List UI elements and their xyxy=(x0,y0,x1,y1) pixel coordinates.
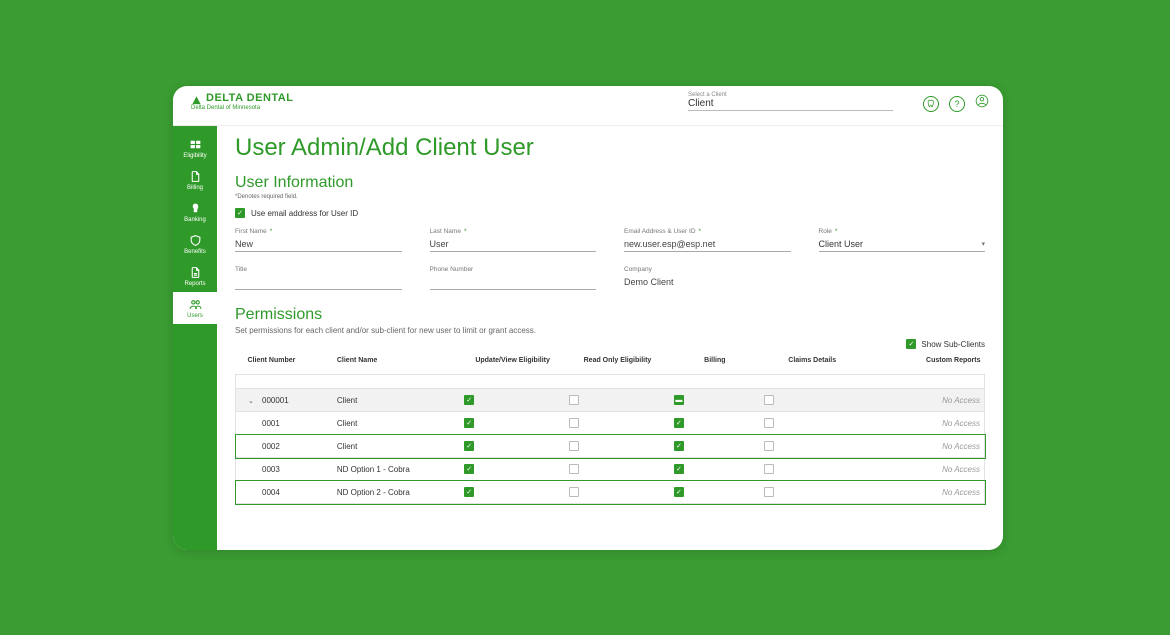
sidebar-item-label: Users xyxy=(187,313,203,319)
required-note: *Denotes required field. xyxy=(235,194,985,200)
client-select[interactable]: Select a Client Client xyxy=(688,92,893,111)
user-info-title: User Information xyxy=(235,174,985,192)
first-name-field: First Name* xyxy=(235,228,402,252)
checkbox-checked-icon[interactable]: ✓ xyxy=(464,418,474,428)
client-select-value: Client xyxy=(688,98,893,111)
checkbox-checked-icon[interactable]: ✓ xyxy=(464,395,474,405)
permissions-description: Set permissions for each client and/or s… xyxy=(235,326,985,335)
checkbox-checked-icon[interactable]: ✓ xyxy=(674,418,684,428)
col-client-name: Client Name xyxy=(333,353,460,375)
col-claims: Claims Details xyxy=(760,353,865,375)
col-update-view: Update/View Eligibility xyxy=(460,353,565,375)
checkbox-empty-icon[interactable]: ✓ xyxy=(569,418,579,428)
checkbox-empty-icon[interactable]: ✓ xyxy=(764,464,774,474)
permissions-title: Permissions xyxy=(235,306,985,324)
expand-caret-icon[interactable]: ⌄ xyxy=(248,397,256,405)
phone-input[interactable] xyxy=(430,275,597,290)
sidebar-item-label: Banking xyxy=(184,217,206,223)
checkbox-icon: ✓ xyxy=(235,208,245,218)
sidebar-item-label: Reports xyxy=(184,281,205,287)
checkbox-checked-icon[interactable]: ✓ xyxy=(674,464,684,474)
show-sub-clients-toggle[interactable]: ✓ Show Sub-Clients xyxy=(235,339,985,349)
custom-reports-link[interactable]: No Access xyxy=(942,396,980,405)
user-info-form: First Name* Last Name* Email Address & U… xyxy=(235,228,985,290)
checkbox-empty-icon[interactable]: ✓ xyxy=(764,418,774,428)
permissions-row[interactable]: 0001Client✓✓✓✓No Access xyxy=(236,412,985,435)
email-field: Email Address & User ID* xyxy=(624,228,791,252)
sidebar-item-label: Eligibility xyxy=(183,153,206,159)
role-field: Role* Client User ▾ xyxy=(819,228,986,252)
client-name-cell: Client xyxy=(333,412,460,435)
checkbox-empty-icon[interactable]: ✓ xyxy=(569,487,579,497)
checkbox-empty-icon[interactable]: ✓ xyxy=(764,441,774,451)
title-input[interactable] xyxy=(235,275,402,290)
client-name-cell: Client xyxy=(333,389,460,412)
checkbox-checked-icon[interactable]: ✓ xyxy=(464,441,474,451)
sidebar-item-banking[interactable]: Banking xyxy=(173,196,217,228)
col-custom-reports: Custom Reports xyxy=(865,353,985,375)
sidebar-item-label: Billing xyxy=(187,185,203,191)
checkbox-checked-icon[interactable]: ✓ xyxy=(464,487,474,497)
profile-icon[interactable] xyxy=(975,94,989,113)
checkbox-empty-icon[interactable]: ✓ xyxy=(569,464,579,474)
client-name-cell: ND Option 2 - Cobra xyxy=(333,481,460,504)
sidebar-item-billing[interactable]: Billing xyxy=(173,164,217,196)
app-window: DELTA DENTAL Delta Dental of Minnesota S… xyxy=(173,86,1003,550)
main-content: User Admin/Add Client User User Informat… xyxy=(217,126,1003,550)
sidebar-item-reports[interactable]: Reports xyxy=(173,260,217,292)
role-select[interactable]: Client User ▾ xyxy=(819,237,986,252)
checkbox-empty-icon[interactable]: ✓ xyxy=(569,395,579,405)
col-client-number: Client Number xyxy=(236,353,333,375)
checkbox-icon: ✓ xyxy=(906,339,916,349)
checkbox-checked-icon[interactable]: ✓ xyxy=(674,441,684,451)
checkbox-empty-icon[interactable]: ✓ xyxy=(764,395,774,405)
sidebar-item-users[interactable]: Users xyxy=(173,292,217,324)
email-input[interactable] xyxy=(624,237,791,252)
page-title: User Admin/Add Client User xyxy=(235,134,985,162)
col-read-only: Read Only Eligibility xyxy=(565,353,670,375)
permissions-row[interactable]: ⌄000001Client✓✓▬✓No Access xyxy=(236,389,985,412)
custom-reports-link[interactable]: No Access xyxy=(942,465,980,474)
custom-reports-link[interactable]: No Access xyxy=(942,442,980,451)
delta-logo-icon xyxy=(191,93,202,104)
permissions-row[interactable]: 0003ND Option 1 - Cobra✓✓✓✓No Access xyxy=(236,458,985,481)
client-name-cell: ND Option 1 - Cobra xyxy=(333,458,460,481)
last-name-field: Last Name* xyxy=(430,228,597,252)
checkbox-empty-icon[interactable]: ✓ xyxy=(569,441,579,451)
checkbox-checked-icon[interactable]: ✓ xyxy=(674,487,684,497)
permissions-table: Client Number Client Name Update/View El… xyxy=(235,353,985,504)
checkbox-indeterminate-icon[interactable]: ▬ xyxy=(674,395,684,405)
permissions-row[interactable]: 0002Client✓✓✓✓No Access xyxy=(236,435,985,458)
company-value: Demo Client xyxy=(624,275,791,287)
phone-field: Phone Number xyxy=(430,266,597,290)
use-email-label: Use email address for User ID xyxy=(251,209,358,218)
use-email-checkbox-row[interactable]: ✓ Use email address for User ID xyxy=(235,208,985,218)
sidebar-item-eligibility[interactable]: Eligibility xyxy=(173,132,217,164)
permissions-header-row: Client Number Client Name Update/View El… xyxy=(236,353,985,375)
checkbox-empty-icon[interactable]: ✓ xyxy=(764,487,774,497)
checkbox-checked-icon[interactable]: ✓ xyxy=(464,464,474,474)
help-icon[interactable]: ? xyxy=(949,96,965,112)
brand-subtitle: Delta Dental of Minnesota xyxy=(191,105,293,111)
custom-reports-link[interactable]: No Access xyxy=(942,419,980,428)
sidebar-item-label: Benefits xyxy=(184,249,206,255)
col-billing: Billing xyxy=(670,353,760,375)
sidebar-item-benefits[interactable]: Benefits xyxy=(173,228,217,260)
top-icons: ? xyxy=(923,94,989,113)
client-name-cell: Client xyxy=(333,435,460,458)
topbar: DELTA DENTAL Delta Dental of Minnesota S… xyxy=(173,86,1003,126)
chevron-down-icon: ▾ xyxy=(981,240,985,248)
sidebar: Eligibility Billing Banking Benefits Rep… xyxy=(173,126,217,550)
custom-reports-link[interactable]: No Access xyxy=(942,488,980,497)
company-field: Company Demo Client xyxy=(624,266,791,290)
tooth-icon[interactable] xyxy=(923,96,939,112)
brand-block: DELTA DENTAL Delta Dental of Minnesota xyxy=(191,92,293,111)
permissions-row[interactable]: 0004ND Option 2 - Cobra✓✓✓✓No Access xyxy=(236,481,985,504)
title-field: Title xyxy=(235,266,402,290)
last-name-input[interactable] xyxy=(430,237,597,252)
first-name-input[interactable] xyxy=(235,237,402,252)
brand-name: DELTA DENTAL xyxy=(206,92,293,104)
